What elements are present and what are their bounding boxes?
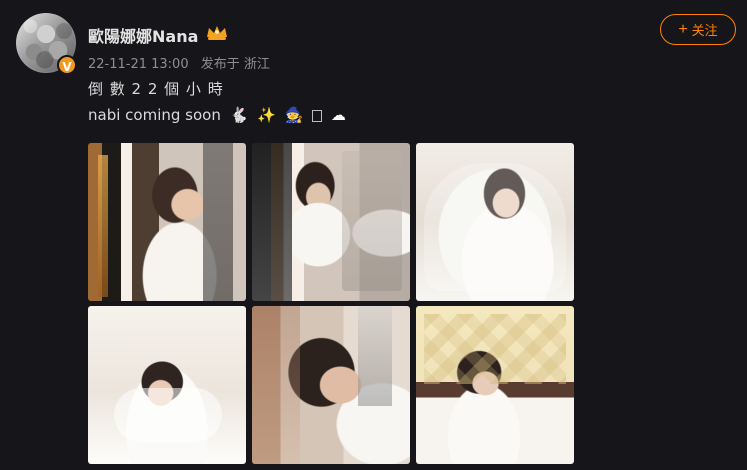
post-meta: 22-11-21 13:00 发布于 浙江 [88, 53, 270, 72]
rabbit-icon: 🐇 [229, 106, 249, 124]
source-label: 发布于 浙江 [200, 57, 270, 72]
follow-button[interactable]: + 关注 [660, 14, 736, 45]
verified-badge: V [57, 55, 77, 75]
mage-icon: 🧙 [284, 106, 304, 124]
photo-grid [88, 143, 574, 464]
timestamp[interactable]: 22-11-21 13:00 [88, 57, 189, 72]
photo-thumbnail-3[interactable] [416, 143, 574, 301]
unknown-emoji-icon [312, 109, 323, 122]
follow-button-label: 关注 [691, 23, 718, 38]
photo-thumbnail-5[interactable] [252, 306, 410, 464]
post-text-line-2: nabi coming soon 🐇 ✨ 🧙 ☁ [88, 106, 346, 124]
sparkles-icon: ✨ [257, 106, 276, 124]
author-name[interactable]: 歐陽娜娜Nana [88, 23, 198, 47]
photo-thumbnail-6[interactable] [416, 306, 574, 464]
post-text-line-1: 倒 數 2 2 個 小 時 [88, 80, 224, 98]
crown-icon [207, 26, 227, 40]
photo-thumbnail-4[interactable] [88, 306, 246, 464]
post-text-line-2-content: nabi coming soon [88, 106, 221, 124]
photo-thumbnail-1[interactable] [88, 143, 246, 301]
weibo-post: V 歐陽娜娜Nana 22-11-21 13:00 发布于 浙江 + 关注 倒 … [0, 0, 747, 470]
plus-icon: + [678, 20, 688, 38]
photo-thumbnail-2[interactable] [252, 143, 410, 301]
cloud-icon: ☁ [330, 106, 346, 124]
